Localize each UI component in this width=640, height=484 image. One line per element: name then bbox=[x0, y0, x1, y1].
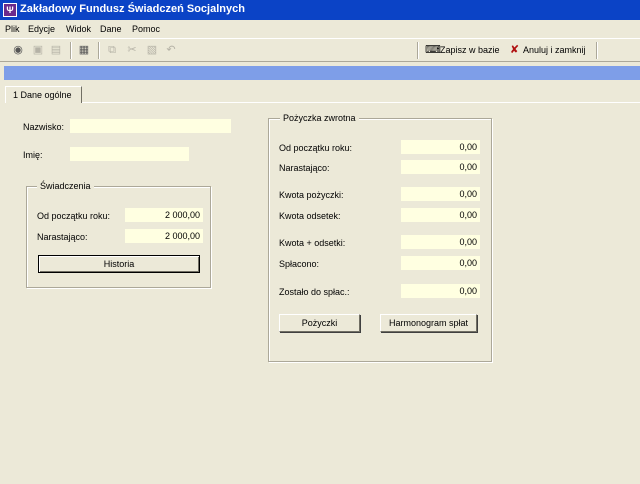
name-field[interactable] bbox=[70, 147, 189, 161]
save-to-db-button[interactable]: ⌨Zapisz w bazie bbox=[425, 42, 500, 59]
app-icon: Ψ bbox=[3, 3, 17, 17]
toolbar-separator bbox=[417, 42, 419, 59]
menu-bar: Plik Edycje Widok Dane Pomoc bbox=[0, 21, 640, 37]
toolbar-separator bbox=[596, 42, 598, 59]
save-icon[interactable]: ▣ bbox=[30, 43, 46, 57]
benefits-cumulative-field[interactable]: 2 000,00 bbox=[125, 229, 203, 243]
tab-dane-ogolne[interactable]: 1 Dane ogólne bbox=[5, 86, 82, 103]
toolbar-separator bbox=[70, 42, 72, 59]
title-bar[interactable]: Ψ Zakładowy Fundusz Świadczeń Socjalnych bbox=[0, 0, 640, 20]
tab-label: 1 Dane ogólne bbox=[13, 90, 72, 100]
menu-edycje[interactable]: Edycje bbox=[28, 24, 55, 34]
loan-row-field[interactable]: 0,00 bbox=[401, 284, 480, 298]
surname-field[interactable] bbox=[70, 119, 231, 133]
loan-row-label: Od początku roku: bbox=[279, 143, 353, 153]
loan-row-label: Kwota odsetek: bbox=[279, 211, 341, 221]
header-strip bbox=[4, 66, 640, 80]
history-button[interactable]: Historia bbox=[38, 255, 200, 273]
loan-row-label: Narastająco: bbox=[279, 163, 330, 173]
cancel-icon: ✘ bbox=[509, 44, 520, 56]
schedule-button[interactable]: Harmonogram spłat bbox=[380, 314, 477, 332]
menu-dane[interactable]: Dane bbox=[100, 24, 122, 34]
loan-title: Pożyczka zwrotna bbox=[280, 113, 359, 123]
save-db-icon: ⌨ bbox=[425, 44, 441, 56]
benefits-title: Świadczenia bbox=[37, 181, 94, 191]
loan-row-field[interactable]: 0,00 bbox=[401, 256, 480, 270]
undo-icon[interactable]: ↶ bbox=[163, 43, 179, 57]
menu-pomoc[interactable]: Pomoc bbox=[132, 24, 160, 34]
loan-row-field[interactable]: 0,00 bbox=[401, 235, 480, 249]
toolbar: ◉ ▣ ▤ ▦ ⧉ ✂ ▧ ↶ ⌨Zapisz w bazie ✘ Anuluj … bbox=[0, 38, 640, 62]
save-to-db-label: Zapisz w bazie bbox=[440, 45, 500, 55]
loan-row-field[interactable]: 0,00 bbox=[401, 160, 480, 174]
name-label: Imię: bbox=[23, 150, 43, 160]
window-title: Zakładowy Fundusz Świadczeń Socjalnych bbox=[20, 3, 245, 15]
cancel-close-label: Anuluj i zamknij bbox=[523, 45, 586, 55]
loan-row-label: Spłacono: bbox=[279, 259, 320, 269]
copy-icon[interactable]: ⧉ bbox=[104, 43, 120, 57]
loan-row-label: Zostało do spłac.: bbox=[279, 287, 350, 297]
benefits-from-year-label: Od początku roku: bbox=[37, 211, 111, 221]
print-icon[interactable]: ▤ bbox=[48, 43, 64, 57]
properties-icon[interactable]: ▦ bbox=[76, 43, 92, 57]
benefits-cumulative-label: Narastająco: bbox=[37, 232, 88, 242]
menu-widok[interactable]: Widok bbox=[66, 24, 91, 34]
binoculars-icon[interactable]: ◉ bbox=[10, 43, 26, 57]
cancel-close-button[interactable]: ✘ Anuluj i zamknij bbox=[508, 42, 586, 59]
surname-label: Nazwisko: bbox=[23, 122, 65, 132]
menu-plik[interactable]: Plik bbox=[5, 24, 20, 34]
loans-button[interactable]: Pożyczki bbox=[279, 314, 360, 332]
loan-row-label: Kwota + odsetki: bbox=[279, 238, 346, 248]
tab-line bbox=[82, 102, 640, 103]
toolbar-separator bbox=[98, 42, 100, 59]
loan-row-field[interactable]: 0,00 bbox=[401, 140, 480, 154]
loan-row-field[interactable]: 0,00 bbox=[401, 208, 480, 222]
loan-row-field[interactable]: 0,00 bbox=[401, 187, 480, 201]
benefits-from-year-field[interactable]: 2 000,00 bbox=[125, 208, 203, 222]
paste-icon[interactable]: ▧ bbox=[144, 43, 160, 57]
loan-row-label: Kwota pożyczki: bbox=[279, 190, 344, 200]
cut-icon[interactable]: ✂ bbox=[124, 43, 140, 57]
